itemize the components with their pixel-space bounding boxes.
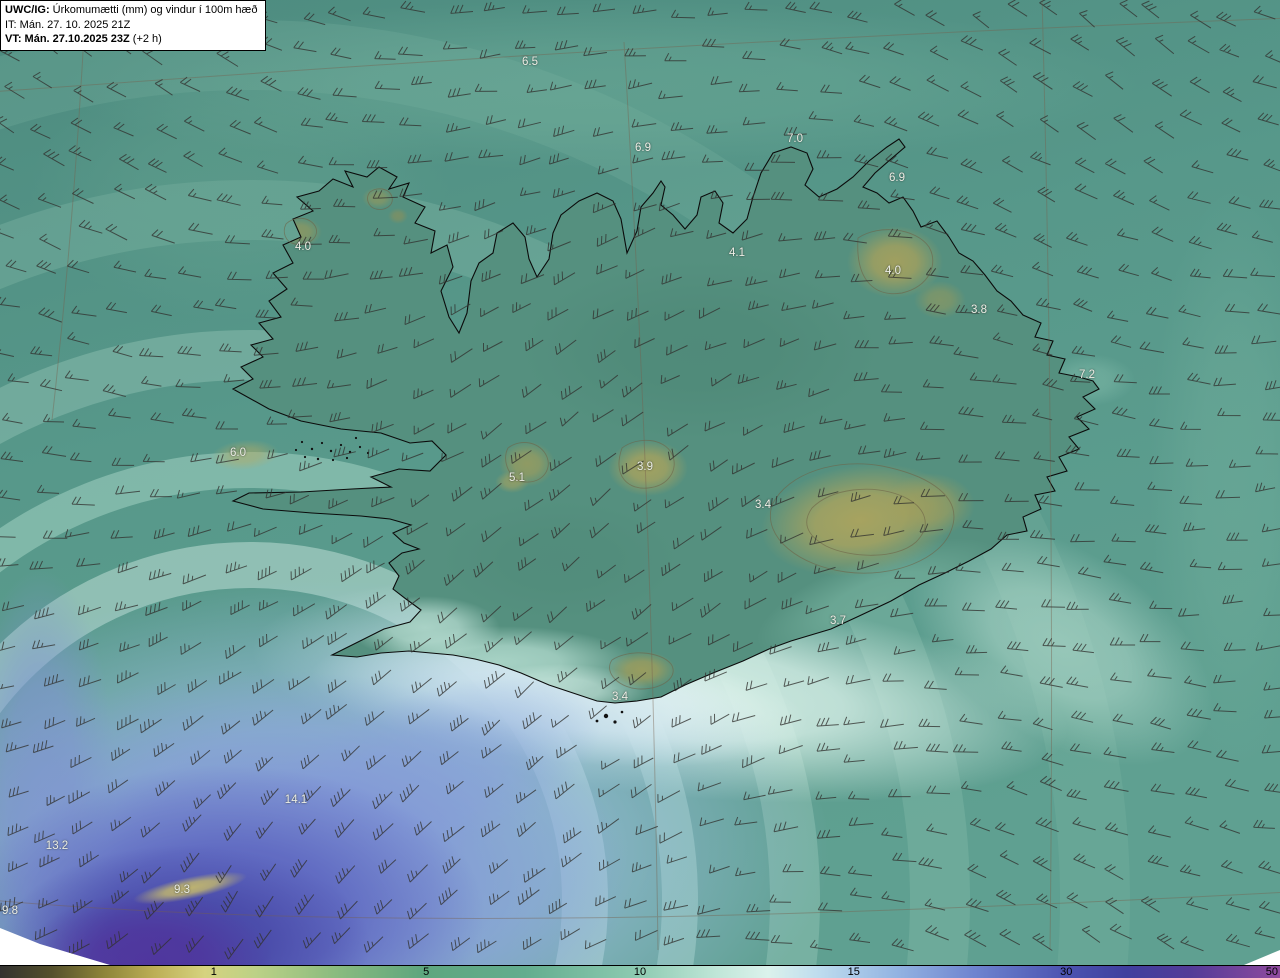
colorbar-tick-label: 50: [1265, 966, 1278, 978]
field-blob: [440, 500, 680, 620]
weather-map-figure: 6.5 6.9 7.0 6.9 4.0 4.1 4.0 3.8 7.2 6.0 5.1 3.9 3.4 3…: [0, 0, 1280, 978]
field-blob: [388, 208, 408, 224]
colorbar: 1 5 10 15 30 50: [0, 965, 1280, 978]
map-info-box: UWC/IG: Úrkomumætti (mm) og vindur í 100…: [0, 0, 267, 51]
field-blob: [520, 260, 880, 440]
map-title: Úrkomumætti (mm) og vindur í 100m hæð: [49, 4, 258, 16]
colorbar-tick-labels: 1 5 10 15 30 50: [0, 966, 1280, 978]
colorbar-tick-label: 10: [633, 966, 647, 978]
colorbar-tick-label: 15: [847, 966, 860, 978]
valid-time-offset: (+2 h): [129, 33, 162, 45]
init-time-label: IT: Mán. 27. 10. 2025 21Z: [5, 18, 131, 31]
map-canvas: [0, 0, 1280, 965]
colorbar-tick-label: 30: [1060, 966, 1073, 978]
valid-time-label: VT: Mán. 27.10.2025 23Z (+2 h): [5, 32, 257, 47]
valid-time-value: VT: Mán. 27.10.2025 23Z: [5, 33, 130, 45]
colorbar-tick-label: 1: [210, 966, 217, 978]
model-label: UWC/IG:: [5, 4, 50, 16]
info-line-title: UWC/IG: Úrkomumætti (mm) og vindur í 100…: [5, 3, 257, 18]
colorbar-tick-label: 5: [423, 966, 430, 978]
